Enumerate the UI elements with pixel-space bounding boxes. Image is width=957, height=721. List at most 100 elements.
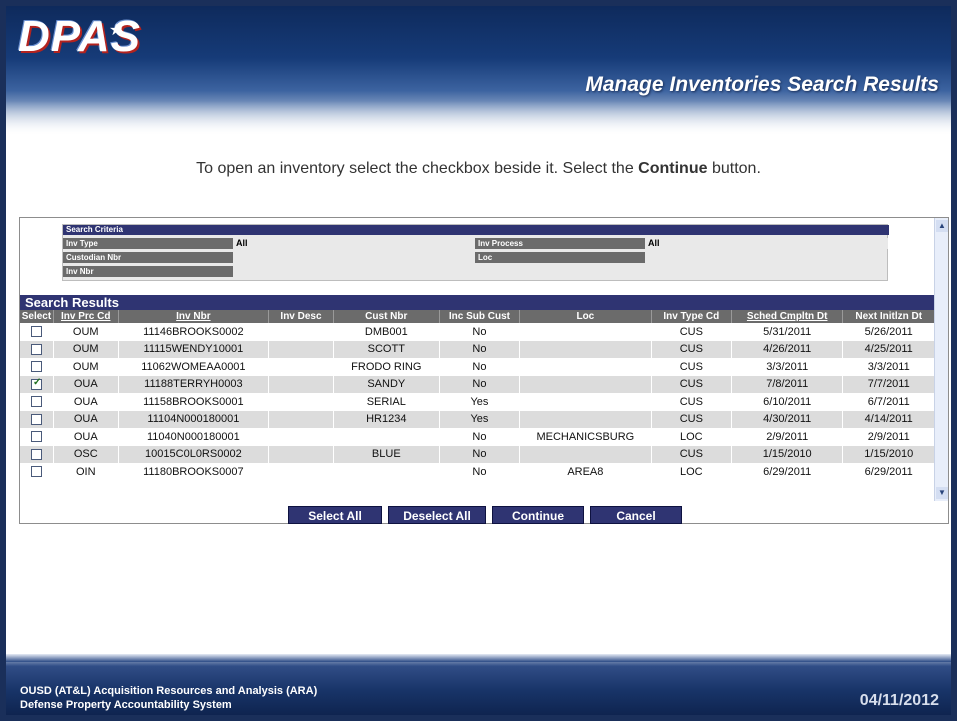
cell-prc: OSC (53, 445, 119, 463)
cell-sub: No (439, 463, 521, 481)
cancel-button[interactable]: Cancel (590, 506, 682, 524)
inv-process-value: All (645, 238, 888, 249)
footer-bar: OUSD (AT&L) Acquisition Resources and An… (6, 654, 951, 715)
cell-prc: OUM (53, 358, 119, 376)
cell-type: CUS (651, 375, 732, 393)
cell-desc (268, 410, 334, 428)
header-banner: DPAS ★ Manage Inventories Search Results (6, 6, 951, 136)
cell-desc (268, 393, 334, 411)
cell-sched: 5/31/2011 (731, 323, 844, 341)
table-row: OUM 11062WOMEAA0001 FRODO RING No CUS 3/3/201… (20, 358, 935, 376)
slide: DPAS ★ Manage Inventories Search Results… (6, 6, 951, 715)
cell-sched: 4/26/2011 (731, 340, 844, 358)
cell-desc (268, 445, 334, 463)
footer-org-line2: Defense Property Accountability System (20, 699, 232, 711)
cell-desc (268, 375, 334, 393)
row-checkbox[interactable] (30, 431, 42, 443)
custodian-nbr-label: Custodian Nbr (63, 252, 233, 263)
cell-type: CUS (651, 445, 732, 463)
row-checkbox[interactable] (30, 413, 42, 425)
row-checkbox[interactable] (30, 326, 42, 338)
select-all-button[interactable]: Select All (288, 506, 382, 524)
inv-process-label: Inv Process (475, 238, 645, 249)
table-row: OUA 11158BROOKS0001 SERIAL Yes CUS 6/10/2011 6… (20, 393, 935, 411)
row-checkbox[interactable] (30, 466, 42, 478)
continue-button[interactable]: Continue (492, 506, 584, 524)
instruction-text: To open an inventory select the checkbox… (196, 160, 761, 177)
cell-cust: BLUE (333, 445, 440, 463)
cell-inv: 10015C0L0RS0002 (118, 445, 270, 463)
instruction-bold: Continue (638, 160, 708, 177)
select-cell (20, 323, 54, 341)
select-cell (20, 410, 54, 428)
cell-cust: SERIAL (333, 393, 440, 411)
select-cell (20, 358, 54, 376)
table-row: OUM 11146BROOKS0002 DMB001 No CUS 5/31/2011 5/… (20, 323, 935, 341)
cell-next: 7/7/2011 (842, 375, 935, 393)
inv-nbr-label: Inv Nbr (63, 266, 233, 277)
vertical-scrollbar[interactable]: ▲ ▼ (934, 218, 948, 501)
cell-inv: 11062WOMEAA0001 (118, 358, 270, 376)
column-header[interactable]: Inv Nbr (118, 310, 270, 323)
select-cell (20, 428, 54, 446)
deselect-all-button[interactable]: Deselect All (388, 506, 486, 524)
cell-inv: 11104N000180001 (118, 410, 270, 428)
cell-next: 3/3/2011 (842, 358, 935, 376)
cell-type: CUS (651, 410, 732, 428)
loc-label: Loc (475, 252, 645, 263)
cell-loc (519, 340, 652, 358)
cell-sched: 7/8/2011 (731, 375, 844, 393)
footer-org-line1: OUSD (AT&L) Acquisition Resources and An… (20, 685, 318, 697)
cell-desc (268, 358, 334, 376)
cell-sched: 2/9/2011 (731, 428, 844, 446)
cell-inv: 11146BROOKS0002 (118, 323, 270, 341)
cell-type: LOC (651, 463, 732, 481)
table-row: OUA11188TERRYH0003 SANDYNo CUS7/8/20117/7/… (20, 375, 935, 393)
cell-sub: Yes (439, 393, 521, 411)
scroll-up-icon[interactable]: ▲ (936, 220, 948, 232)
inv-type-label: Inv Type (63, 238, 233, 249)
row-checkbox[interactable] (30, 343, 42, 355)
table-row: OUM 11115WENDY10001 SCOTT No CUS 4/26/2011 4/2… (20, 340, 935, 358)
cell-type: CUS (651, 358, 732, 376)
footer-org: OUSD (AT&L) Acquisition Resources and An… (20, 684, 317, 712)
cell-prc: OUA (53, 428, 119, 446)
cell-loc (519, 410, 652, 428)
search-criteria-heading: Search Criteria (63, 225, 889, 235)
cell-inv: 11115WENDY10001 (118, 340, 270, 358)
cell-inv: 11158BROOKS0001 (118, 393, 270, 411)
row-checkbox[interactable] (30, 396, 42, 408)
cell-prc: OUA (53, 410, 119, 428)
cell-next: 6/29/2011 (842, 463, 935, 481)
cell-cust (333, 428, 440, 446)
cell-cust: DMB001 (333, 323, 440, 341)
select-cell (20, 445, 54, 463)
cell-sub: No (439, 445, 521, 463)
table-header-row: Select Inv Prc Cd Inv Nbr Inv Desc Cust Nbr I… (20, 310, 935, 323)
cell-prc: OUA (53, 375, 119, 393)
table-row: OIN 11180BROOKS0007 No AREA8 LOC 6/29/2011 6/2… (20, 463, 935, 481)
cell-sub: No (439, 358, 521, 376)
cell-next: 1/15/2010 (842, 445, 935, 463)
row-checkbox[interactable] (30, 448, 42, 460)
inv-type-value: All (233, 238, 475, 249)
cell-sched: 1/15/2010 (731, 445, 844, 463)
cell-prc: OIN (53, 463, 119, 481)
column-header[interactable]: Inv Prc Cd (53, 310, 119, 323)
cell-next: 2/9/2011 (842, 428, 935, 446)
select-cell (20, 340, 54, 358)
column-header: Cust Nbr (333, 310, 440, 323)
cell-next: 5/26/2011 (842, 323, 935, 341)
cell-desc (268, 428, 334, 446)
cell-desc (268, 340, 334, 358)
row-checkbox[interactable] (30, 361, 42, 373)
select-cell (20, 375, 54, 393)
column-header[interactable]: Sched Cmpltn Dt (731, 310, 844, 323)
row-checkbox[interactable] (30, 377, 42, 390)
column-header: Inv Type Cd (651, 310, 732, 323)
column-header: Inc Sub Cust (439, 310, 521, 323)
table-row: OUA 11104N000180001 HR1234 Yes CUS 4/30/2011 4… (20, 410, 935, 428)
cell-prc: OUM (53, 323, 119, 341)
scroll-down-icon[interactable]: ▼ (936, 487, 948, 499)
cell-cust: HR1234 (333, 410, 440, 428)
